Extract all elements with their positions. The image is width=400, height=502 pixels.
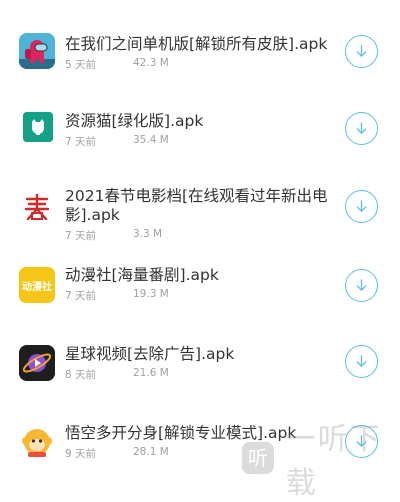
download-time: 7 天前	[65, 230, 97, 242]
planet-video-icon	[19, 345, 55, 381]
download-button[interactable]	[345, 190, 378, 223]
file-size: 28.1 M	[133, 446, 169, 458]
download-arrow-icon	[356, 122, 367, 134]
wukong-icon	[19, 424, 55, 460]
download-time: 5 天前	[65, 59, 97, 71]
download-button[interactable]	[345, 269, 378, 302]
app-name: 在我们之间单机版[解锁所有皮肤].apk	[65, 35, 328, 53]
download-time: 7 天前	[65, 290, 97, 302]
download-arrow-icon	[356, 279, 367, 291]
among-us-icon	[19, 33, 55, 69]
download-button[interactable]	[345, 345, 378, 378]
download-time: 7 天前	[65, 136, 97, 148]
file-size: 21.6 M	[133, 367, 169, 379]
download-list: 在我们之间单机版[解锁所有皮肤].apk 5 天前 42.3 M 资源猫[绿化版…	[0, 0, 400, 482]
watermark-text: 一听下载	[285, 422, 382, 501]
file-size: 19.3 M	[133, 288, 169, 300]
resource-cat-icon	[23, 112, 53, 142]
list-item[interactable]: 星球视频[去除广告].apk 8 天前 21.6 M	[0, 332, 400, 412]
app-name: 资源猫[绿化版].apk	[65, 112, 204, 130]
list-item[interactable]: 在我们之间单机版[解锁所有皮肤].apk 5 天前 42.3 M	[0, 12, 400, 92]
download-arrow-icon	[356, 355, 367, 367]
list-item[interactable]: 资源猫[绿化版].apk 7 天前 35.4 M	[0, 92, 400, 172]
list-item[interactable]: 动漫社 动漫社[海量番剧].apk 7 天前 19.3 M	[0, 252, 400, 332]
file-size: 3.3 M	[133, 228, 163, 240]
watermark: 听 一听下载	[240, 422, 400, 501]
app-name: 动漫社[海量番剧].apk	[65, 266, 219, 284]
file-size: 35.4 M	[133, 134, 169, 146]
app-name: 星球视频[去除广告].apk	[65, 345, 235, 363]
watermark-logo-text: 听	[248, 447, 268, 470]
app-name: 2021春节电影档[在线观看过年新出电影].apk	[65, 187, 328, 224]
download-arrow-icon	[356, 200, 367, 212]
download-button[interactable]	[345, 35, 378, 68]
anime-club-icon: 动漫社	[19, 267, 55, 303]
download-arrow-icon	[356, 45, 367, 57]
download-time: 9 天前	[65, 448, 97, 460]
download-time: 8 天前	[65, 369, 97, 381]
list-item[interactable]: 2021春节电影档[在线观看过年新出电影].apk 7 天前 3.3 M	[0, 172, 400, 252]
watermark-logo-icon: 听	[241, 441, 274, 475]
download-button[interactable]	[345, 112, 378, 145]
anime-club-icon-text: 动漫社	[22, 281, 52, 293]
file-size: 42.3 M	[133, 57, 169, 69]
spring-festival-icon	[19, 189, 55, 225]
